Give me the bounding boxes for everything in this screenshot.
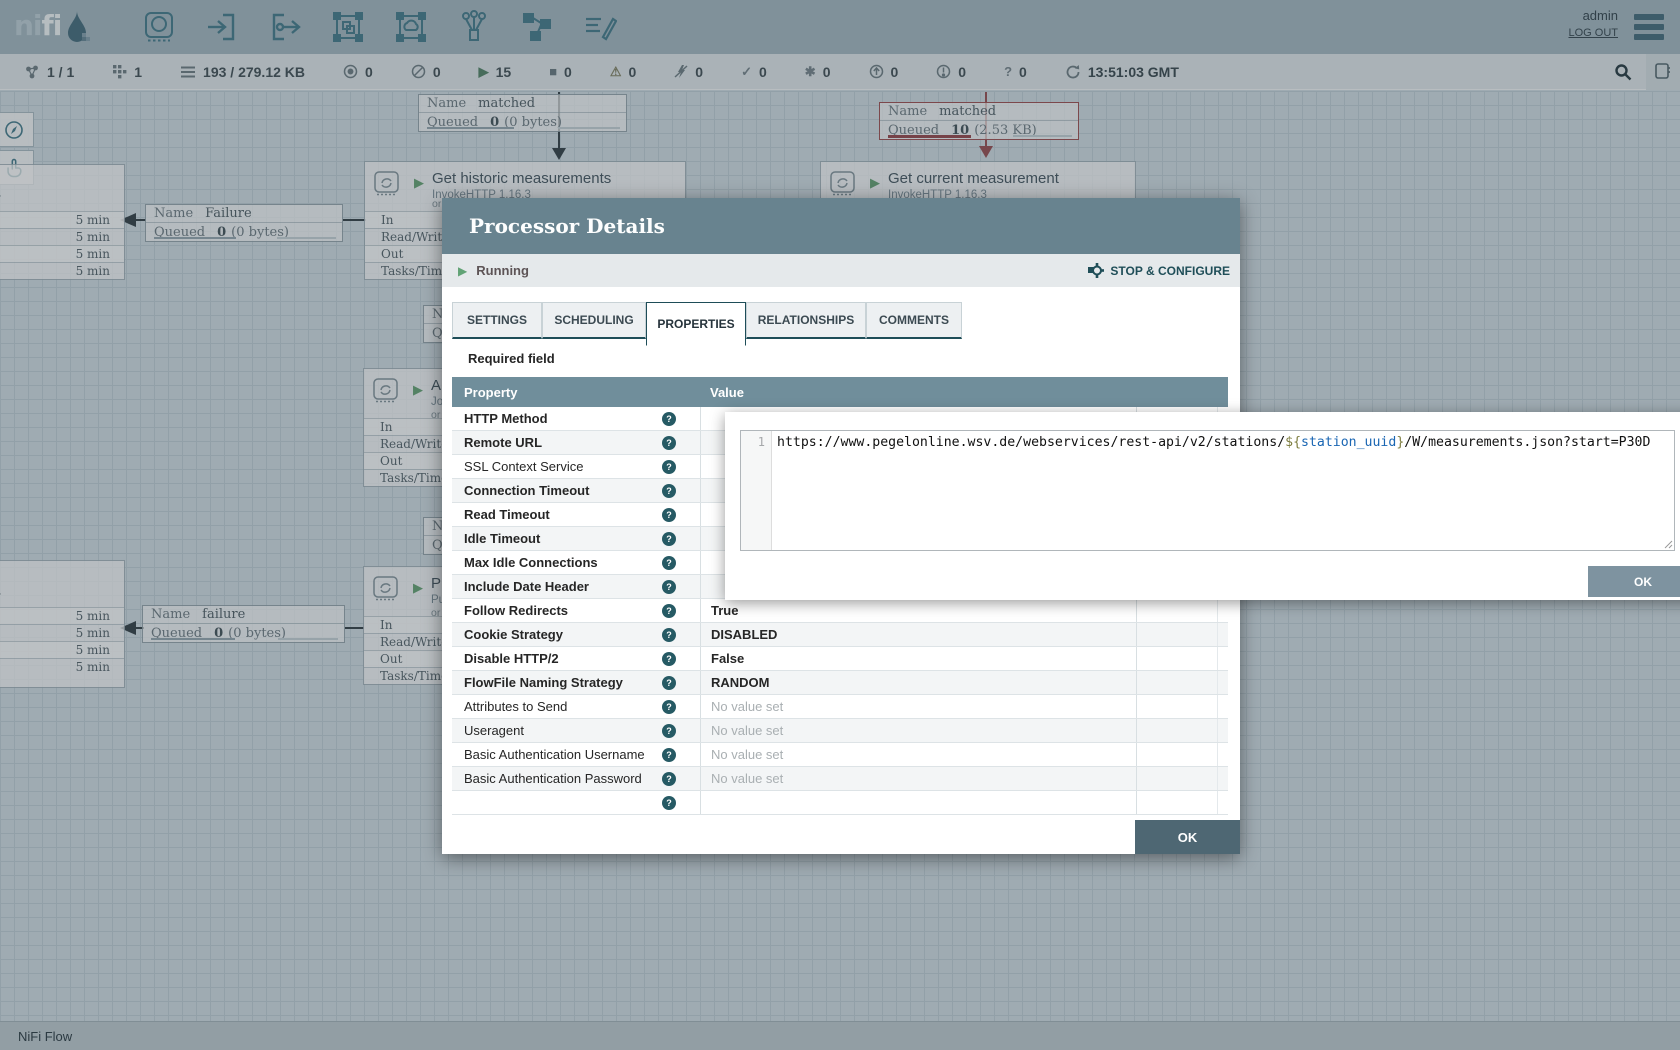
running-state-icon: ▶	[458, 264, 467, 278]
help-icon[interactable]: ?	[662, 652, 676, 666]
property-name: SSL Context Service	[464, 459, 583, 474]
help-icon[interactable]: ?	[662, 796, 676, 810]
property-name: Remote URL	[464, 435, 542, 450]
property-value: No value set	[711, 699, 783, 714]
property-name: HTTP Method	[464, 411, 548, 426]
property-value: No value set	[711, 771, 783, 786]
property-value: No value set	[711, 747, 783, 762]
help-icon[interactable]: ?	[662, 532, 676, 546]
expression-open: ${	[1285, 435, 1301, 450]
property-name: Basic Authentication Username	[464, 747, 645, 762]
property-value: No value set	[711, 723, 783, 738]
property-value-editor: 1 https://www.pegelonline.wsv.de/webserv…	[725, 412, 1680, 600]
tab-comments[interactable]: COMMENTS	[866, 302, 962, 339]
property-row[interactable]: Attributes to Send? No value set	[452, 695, 1228, 719]
value-text: https://www.pegelonline.wsv.de/webservic…	[772, 431, 1650, 550]
property-value: DISABLED	[711, 627, 777, 642]
stop-configure-icon	[1087, 262, 1104, 279]
properties-table-header: Property Value	[452, 377, 1228, 407]
tab-relationships[interactable]: RELATIONSHIPS	[746, 302, 866, 339]
dialog-title: Processor Details	[442, 198, 1240, 254]
property-value: True	[711, 603, 738, 618]
property-column-header: Property	[452, 385, 700, 400]
nifi-app: r 5 min 5 min 5 min 5 min r 5 min 5 min …	[0, 0, 1680, 1050]
property-value: False	[711, 651, 744, 666]
line-number: 1	[741, 431, 772, 550]
help-icon[interactable]: ?	[662, 580, 676, 594]
running-state-label: Running	[476, 263, 529, 278]
tab-properties[interactable]: PROPERTIES	[646, 302, 746, 346]
help-icon[interactable]: ?	[662, 700, 676, 714]
property-name: Attributes to Send	[464, 699, 567, 714]
resize-handle-icon[interactable]	[1663, 539, 1673, 549]
property-name: Idle Timeout	[464, 531, 540, 546]
editor-ok-button[interactable]: OK	[1588, 566, 1680, 597]
property-name: Follow Redirects	[464, 603, 568, 618]
property-row[interactable]: Basic Authentication Password? No value s…	[452, 767, 1228, 791]
help-icon[interactable]: ?	[662, 436, 676, 450]
property-name: Include Date Header	[464, 579, 589, 594]
expression-variable: station_uuid	[1301, 435, 1396, 450]
value-textarea[interactable]: 1 https://www.pegelonline.wsv.de/webserv…	[740, 430, 1675, 551]
help-icon[interactable]: ?	[662, 484, 676, 498]
property-row[interactable]: Cookie Strategy? DISABLED	[452, 623, 1228, 647]
property-row[interactable]: Disable HTTP/2? False	[452, 647, 1228, 671]
property-row[interactable]: Follow Redirects? True	[452, 599, 1228, 623]
help-icon[interactable]: ?	[662, 556, 676, 570]
property-name: Connection Timeout	[464, 483, 589, 498]
property-name: Useragent	[464, 723, 524, 738]
property-row[interactable]: ?	[452, 791, 1228, 815]
help-icon[interactable]: ?	[662, 412, 676, 426]
help-icon[interactable]: ?	[662, 748, 676, 762]
help-icon[interactable]: ?	[662, 508, 676, 522]
property-name: FlowFile Naming Strategy	[464, 675, 623, 690]
tab-scheduling[interactable]: SCHEDULING	[542, 302, 646, 339]
help-icon[interactable]: ?	[662, 460, 676, 474]
help-icon[interactable]: ?	[662, 628, 676, 642]
dialog-tabs: SETTINGS SCHEDULING PROPERTIES RELATIONS…	[452, 302, 962, 346]
help-icon[interactable]: ?	[662, 604, 676, 618]
help-icon[interactable]: ?	[662, 724, 676, 738]
help-icon[interactable]: ?	[662, 676, 676, 690]
property-row[interactable]: Basic Authentication Username? No value s…	[452, 743, 1228, 767]
help-icon[interactable]: ?	[662, 772, 676, 786]
property-name: Cookie Strategy	[464, 627, 563, 642]
required-field-note: Required field	[468, 351, 555, 366]
property-name: Read Timeout	[464, 507, 550, 522]
tab-settings[interactable]: SETTINGS	[452, 302, 542, 339]
value-column-header: Value	[700, 385, 1136, 400]
property-name: Basic Authentication Password	[464, 771, 642, 786]
property-value: RANDOM	[711, 675, 770, 690]
property-row[interactable]: Useragent? No value set	[452, 719, 1228, 743]
property-name: Disable HTTP/2	[464, 651, 559, 666]
property-row[interactable]: FlowFile Naming Strategy? RANDOM	[452, 671, 1228, 695]
property-name: Max Idle Connections	[464, 555, 598, 570]
dialog-ok-button[interactable]: OK	[1135, 820, 1240, 854]
stop-and-configure-button[interactable]: STOP & CONFIGURE	[1087, 262, 1230, 279]
dialog-status-strip: ▶ Running STOP & CONFIGURE	[442, 254, 1240, 287]
